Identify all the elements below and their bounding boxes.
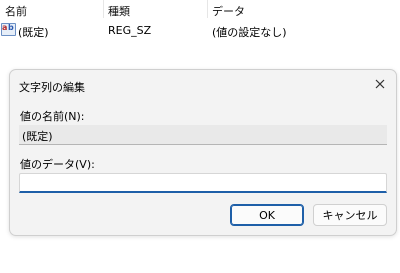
close-icon <box>375 79 385 89</box>
cancel-button[interactable]: キャンセル <box>313 204 387 226</box>
close-button[interactable] <box>366 72 394 96</box>
column-header-type[interactable]: 種類 <box>108 3 130 19</box>
registry-editor-view: 名前 種類 データ ab (既定) REG_SZ (値の設定なし) 文字列の編集… <box>0 0 400 273</box>
column-divider[interactable] <box>103 0 104 18</box>
value-name-field: (既定) <box>19 125 387 145</box>
column-header-data[interactable]: データ <box>212 3 245 19</box>
list-header: 名前 種類 データ <box>0 0 400 20</box>
value-data-label: 値のデータ(V): <box>20 158 95 171</box>
edit-string-dialog: 文字列の編集 値の名前(N): (既定) 値のデータ(V): OK キャンセル <box>9 69 397 236</box>
column-divider[interactable] <box>207 0 208 18</box>
value-type-cell: REG_SZ <box>108 24 152 37</box>
registry-string-icon: ab <box>1 23 16 36</box>
ok-button[interactable]: OK <box>230 204 304 226</box>
value-name-cell: (既定) <box>18 26 49 39</box>
value-data-cell: (値の設定なし) <box>212 26 287 39</box>
list-item[interactable]: ab (既定) REG_SZ (値の設定なし) <box>0 22 400 40</box>
value-data-input[interactable] <box>19 173 387 193</box>
dialog-title: 文字列の編集 <box>19 81 85 94</box>
value-name-label: 値の名前(N): <box>20 110 85 123</box>
column-header-name[interactable]: 名前 <box>5 3 27 19</box>
